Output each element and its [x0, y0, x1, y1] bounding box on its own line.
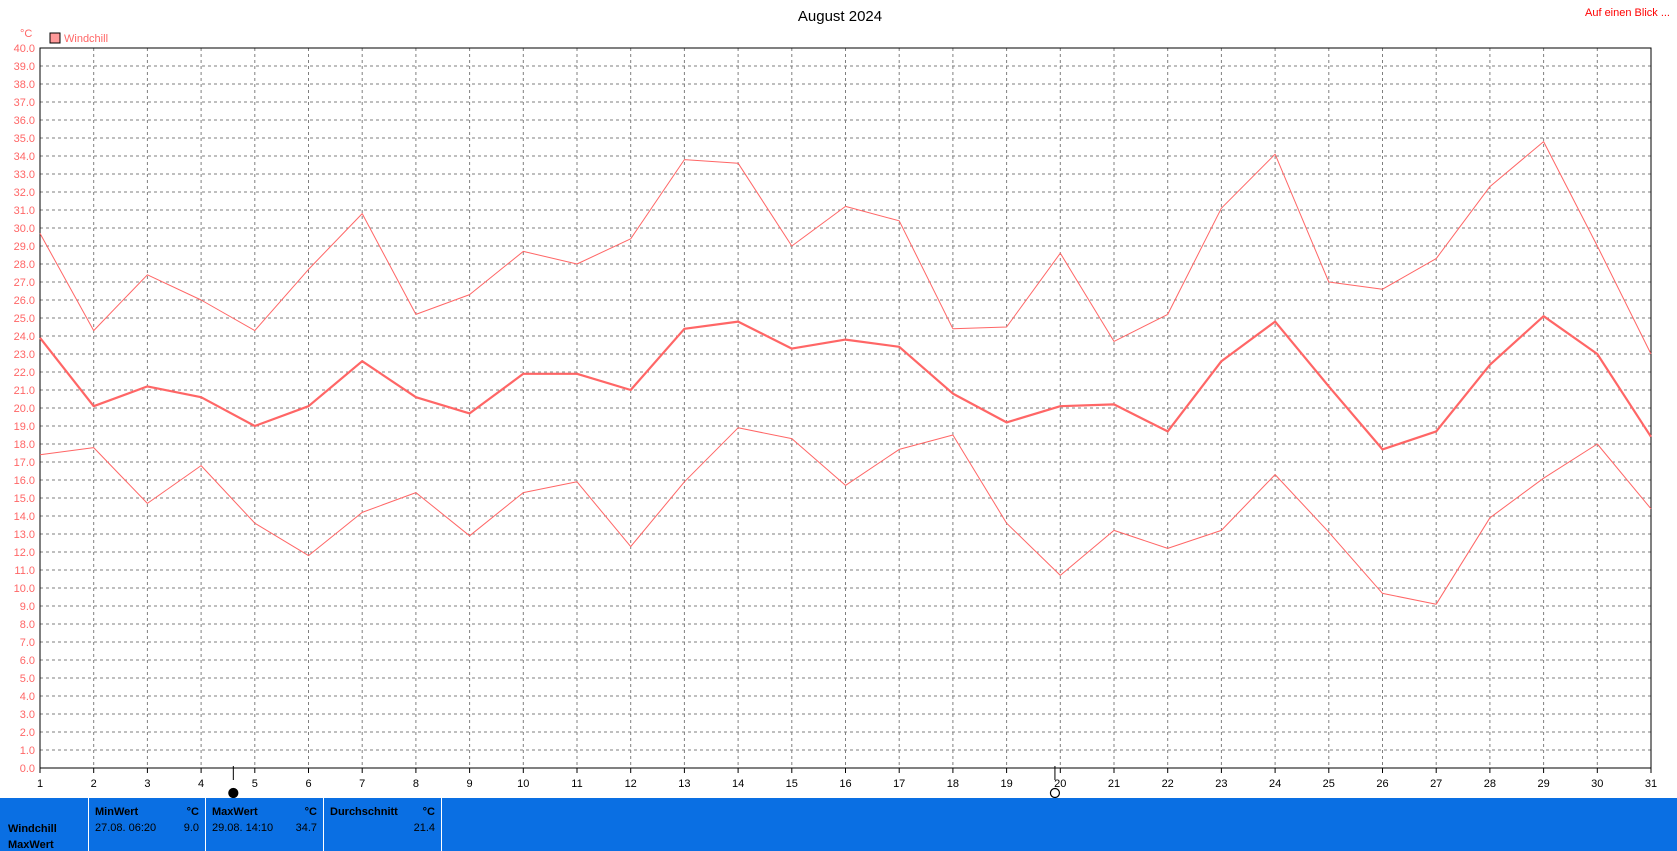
x-tick-label: 15 [786, 778, 798, 790]
x-tick-label: 11 [571, 778, 582, 790]
y-tick-label: 15.0 [14, 493, 35, 505]
x-tick-label: 25 [1323, 778, 1335, 790]
y-tick-label: 27.0 [14, 277, 35, 289]
y-tick-label: 32.0 [14, 187, 35, 199]
x-tick-label: 2 [91, 778, 97, 790]
y-tick-label: 24.0 [14, 331, 35, 343]
y-tick-label: 30.0 [14, 223, 35, 235]
x-tick-label: 3 [144, 778, 150, 790]
stats-min-unit: °C [186, 806, 199, 818]
y-tick-label: 16.0 [14, 475, 35, 487]
stats-max-header: MaxWert [212, 806, 258, 818]
y-tick-label: 9.0 [20, 601, 35, 613]
y-tick-label: 33.0 [14, 169, 35, 181]
y-tick-label: 6.0 [20, 655, 35, 667]
x-tick-label: 5 [252, 778, 258, 790]
new-moon-icon [1049, 787, 1061, 798]
x-tick-label: 6 [305, 778, 311, 790]
y-tick-label: 28.0 [14, 259, 35, 271]
y-tick-label: 0.0 [20, 763, 35, 775]
x-tick-label: 12 [625, 778, 637, 790]
y-tick-label: 8.0 [20, 619, 35, 631]
x-tick-label: 4 [198, 778, 204, 790]
y-tick-label: 7.0 [20, 637, 35, 649]
stats-average-unit: °C [422, 806, 435, 818]
stats-max-value: 34.7 [295, 822, 317, 834]
y-tick-label: 1.0 [20, 745, 35, 757]
y-tick-label: 23.0 [14, 349, 35, 361]
x-tick-label: 18 [947, 778, 959, 790]
stats-average-header: Durchschnitt [330, 806, 398, 818]
y-tick-label: 38.0 [14, 79, 35, 91]
grid [40, 48, 1651, 768]
x-tick-label: 17 [893, 778, 905, 790]
x-tick-label: 22 [1162, 778, 1174, 790]
stats-average-value: 21.4 [413, 822, 435, 834]
stats-bar: Windchill MaxWert MinWert °C 27.08. 06:2… [0, 798, 1677, 851]
chart-title: August 2024 [798, 8, 882, 25]
stats-panel-min: MinWert °C 27.08. 06:20 9.0 [88, 798, 205, 851]
y-tick-label: 11.0 [14, 565, 35, 577]
y-tick-label: 37.0 [14, 97, 35, 109]
stats-panel-max: MaxWert °C 29.08. 14:10 34.7 [205, 798, 323, 851]
windchill-chart: August 2024 Auf einen Blick ... °C Windc… [14, 7, 1670, 798]
y-tick-label: 26.0 [14, 295, 35, 307]
y-tick-label: 10.0 [14, 583, 35, 595]
stats-row-label-maxwert: MaxWert [8, 839, 54, 851]
y-tick-label: 18.0 [14, 439, 35, 451]
x-tick-label: 28 [1484, 778, 1496, 790]
y-tick-label: 25.0 [14, 313, 35, 325]
x-tick-label: 26 [1376, 778, 1388, 790]
stats-max-date: 29.08. 14:10 [212, 822, 274, 834]
full-moon-icon [228, 787, 239, 798]
y-tick-label: 29.0 [14, 241, 35, 253]
x-tick-label: 24 [1269, 778, 1281, 790]
y-tick-label: 34.0 [14, 151, 35, 163]
y-tick-label: 20.0 [14, 403, 35, 415]
stats-row-label-windchill: Windchill [8, 823, 57, 835]
y-tick-label: 12.0 [14, 547, 35, 559]
x-tick-label: 30 [1591, 778, 1603, 790]
stats-min-value: 9.0 [183, 822, 199, 834]
x-tick-label: 7 [359, 778, 365, 790]
y-tick-label: 36.0 [14, 115, 35, 127]
y-tick-label: 40.0 [14, 43, 35, 55]
y-tick-label: 39.0 [14, 61, 35, 73]
y-tick-label: 14.0 [14, 511, 35, 523]
stats-panel-average: Durchschnitt °C 21.4 [323, 798, 442, 851]
stats-min-header: MinWert [95, 806, 139, 818]
y-tick-label: 22.0 [14, 367, 35, 379]
x-tick-label: 13 [678, 778, 690, 790]
x-tick-label: 21 [1108, 778, 1120, 790]
x-tick-label: 10 [517, 778, 529, 790]
y-tick-label: 21.0 [14, 385, 35, 397]
legend-swatch [49, 32, 61, 44]
x-tick-label: 16 [839, 778, 851, 790]
y-tick-label: 19.0 [14, 421, 35, 433]
y-tick-label: 13.0 [14, 529, 35, 541]
x-tick-label: 31 [1645, 778, 1657, 790]
y-axis-unit: °C [20, 28, 32, 40]
stats-max-unit: °C [304, 806, 317, 818]
x-tick-label: 29 [1537, 778, 1549, 790]
y-tick-label: 3.0 [20, 709, 35, 721]
y-tick-label: 4.0 [20, 691, 35, 703]
x-tick-label: 27 [1430, 778, 1442, 790]
x-tick-label: 8 [413, 778, 419, 790]
x-tick-label: 23 [1215, 778, 1227, 790]
overview-link[interactable]: Auf einen Blick ... [1585, 7, 1670, 19]
y-tick-label: 35.0 [14, 133, 35, 145]
moon-markers [228, 766, 1061, 798]
y-tick-label: 31.0 [14, 205, 35, 217]
x-tick-label: 1 [37, 778, 43, 790]
y-tick-label: 17.0 [14, 457, 35, 469]
legend-label: Windchill [64, 33, 108, 45]
y-tick-label: 5.0 [20, 673, 35, 685]
x-tick-label: 9 [467, 778, 473, 790]
x-tick-label: 14 [732, 778, 744, 790]
y-tick-label: 2.0 [20, 727, 35, 739]
x-tick-label: 19 [1000, 778, 1012, 790]
stats-min-date: 27.08. 06:20 [95, 822, 157, 834]
